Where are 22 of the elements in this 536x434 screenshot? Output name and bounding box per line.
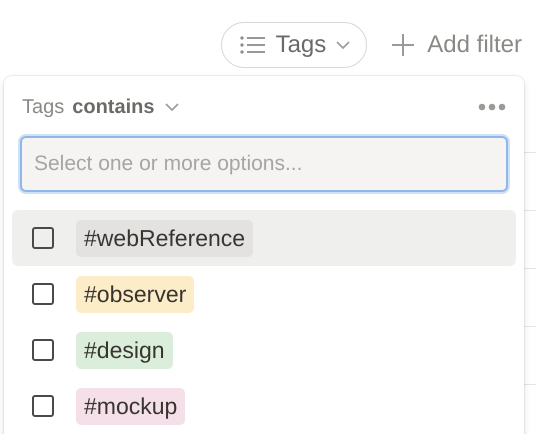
tag-pill: #design <box>76 332 173 368</box>
option-row[interactable]: #webReference <box>12 210 516 266</box>
tag-pill: #observer <box>76 276 194 312</box>
checkbox[interactable] <box>32 339 54 361</box>
list-icon <box>240 35 266 55</box>
plus-icon <box>391 33 416 57</box>
chevron-down-icon <box>336 40 350 50</box>
add-filter-button[interactable]: Add filter <box>391 31 522 59</box>
checkbox[interactable] <box>32 227 54 249</box>
checkbox[interactable] <box>32 395 54 417</box>
search-field[interactable]: Select one or more options... <box>20 136 508 192</box>
option-row[interactable]: #mockup <box>12 378 516 434</box>
tag-pill: #mockup <box>76 388 186 424</box>
tag-pill: #webReference <box>76 220 254 256</box>
operator-dropdown[interactable]: contains <box>72 96 178 118</box>
option-row[interactable]: #observer <box>12 266 516 322</box>
property-label: Tags <box>22 96 64 118</box>
option-row[interactable]: #design <box>12 322 516 378</box>
tags-filter-button[interactable]: Tags <box>220 22 368 68</box>
more-icon[interactable] <box>478 103 506 111</box>
checkbox[interactable] <box>32 283 54 305</box>
chevron-down-icon <box>164 102 178 112</box>
